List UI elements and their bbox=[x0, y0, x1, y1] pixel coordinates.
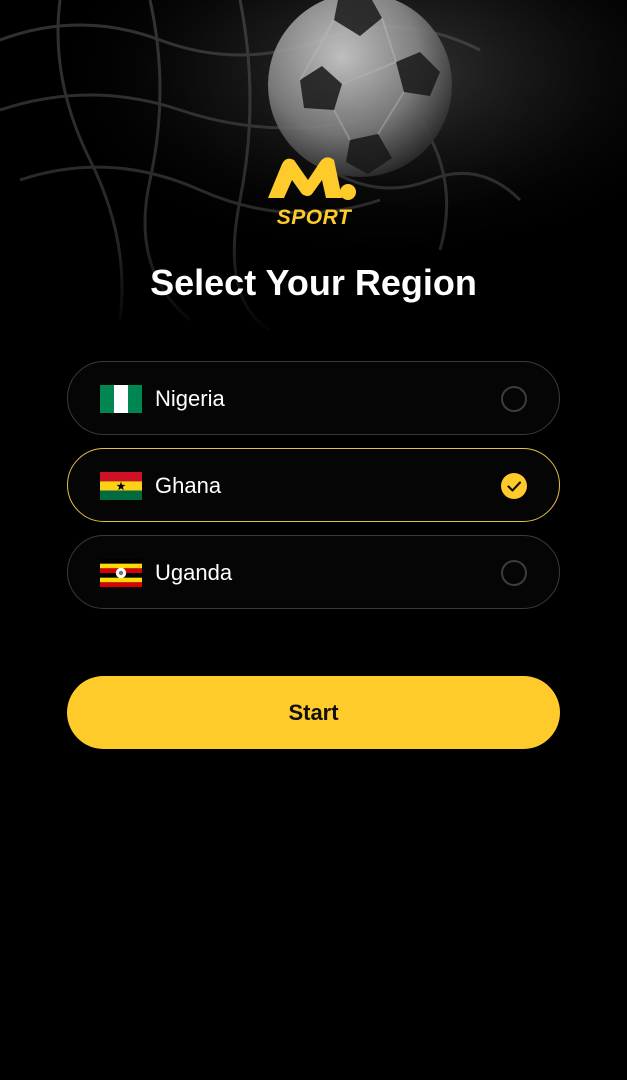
radio-unselected-icon[interactable] bbox=[501, 386, 527, 412]
uganda-flag-icon bbox=[100, 559, 142, 587]
region-list: Nigeria Ghana Uganda bbox=[67, 361, 560, 622]
ghana-flag-icon bbox=[100, 472, 142, 500]
region-option-uganda[interactable]: Uganda bbox=[67, 535, 560, 609]
page-title: Select Your Region bbox=[150, 262, 477, 303]
region-label: Nigeria bbox=[155, 386, 225, 411]
m-logo-icon bbox=[268, 157, 356, 200]
region-option-nigeria[interactable]: Nigeria bbox=[67, 361, 560, 435]
region-option-ghana[interactable]: Ghana bbox=[67, 448, 560, 522]
start-button[interactable]: Start bbox=[67, 676, 560, 749]
logo-wordmark: SPORT bbox=[276, 206, 352, 229]
region-label: Uganda bbox=[155, 560, 233, 585]
region-label: Ghana bbox=[155, 473, 222, 498]
msport-logo: SPORT bbox=[262, 150, 366, 234]
radio-unselected-icon[interactable] bbox=[501, 560, 527, 586]
nigeria-flag-icon bbox=[100, 385, 142, 413]
check-circle-icon[interactable] bbox=[501, 473, 527, 499]
